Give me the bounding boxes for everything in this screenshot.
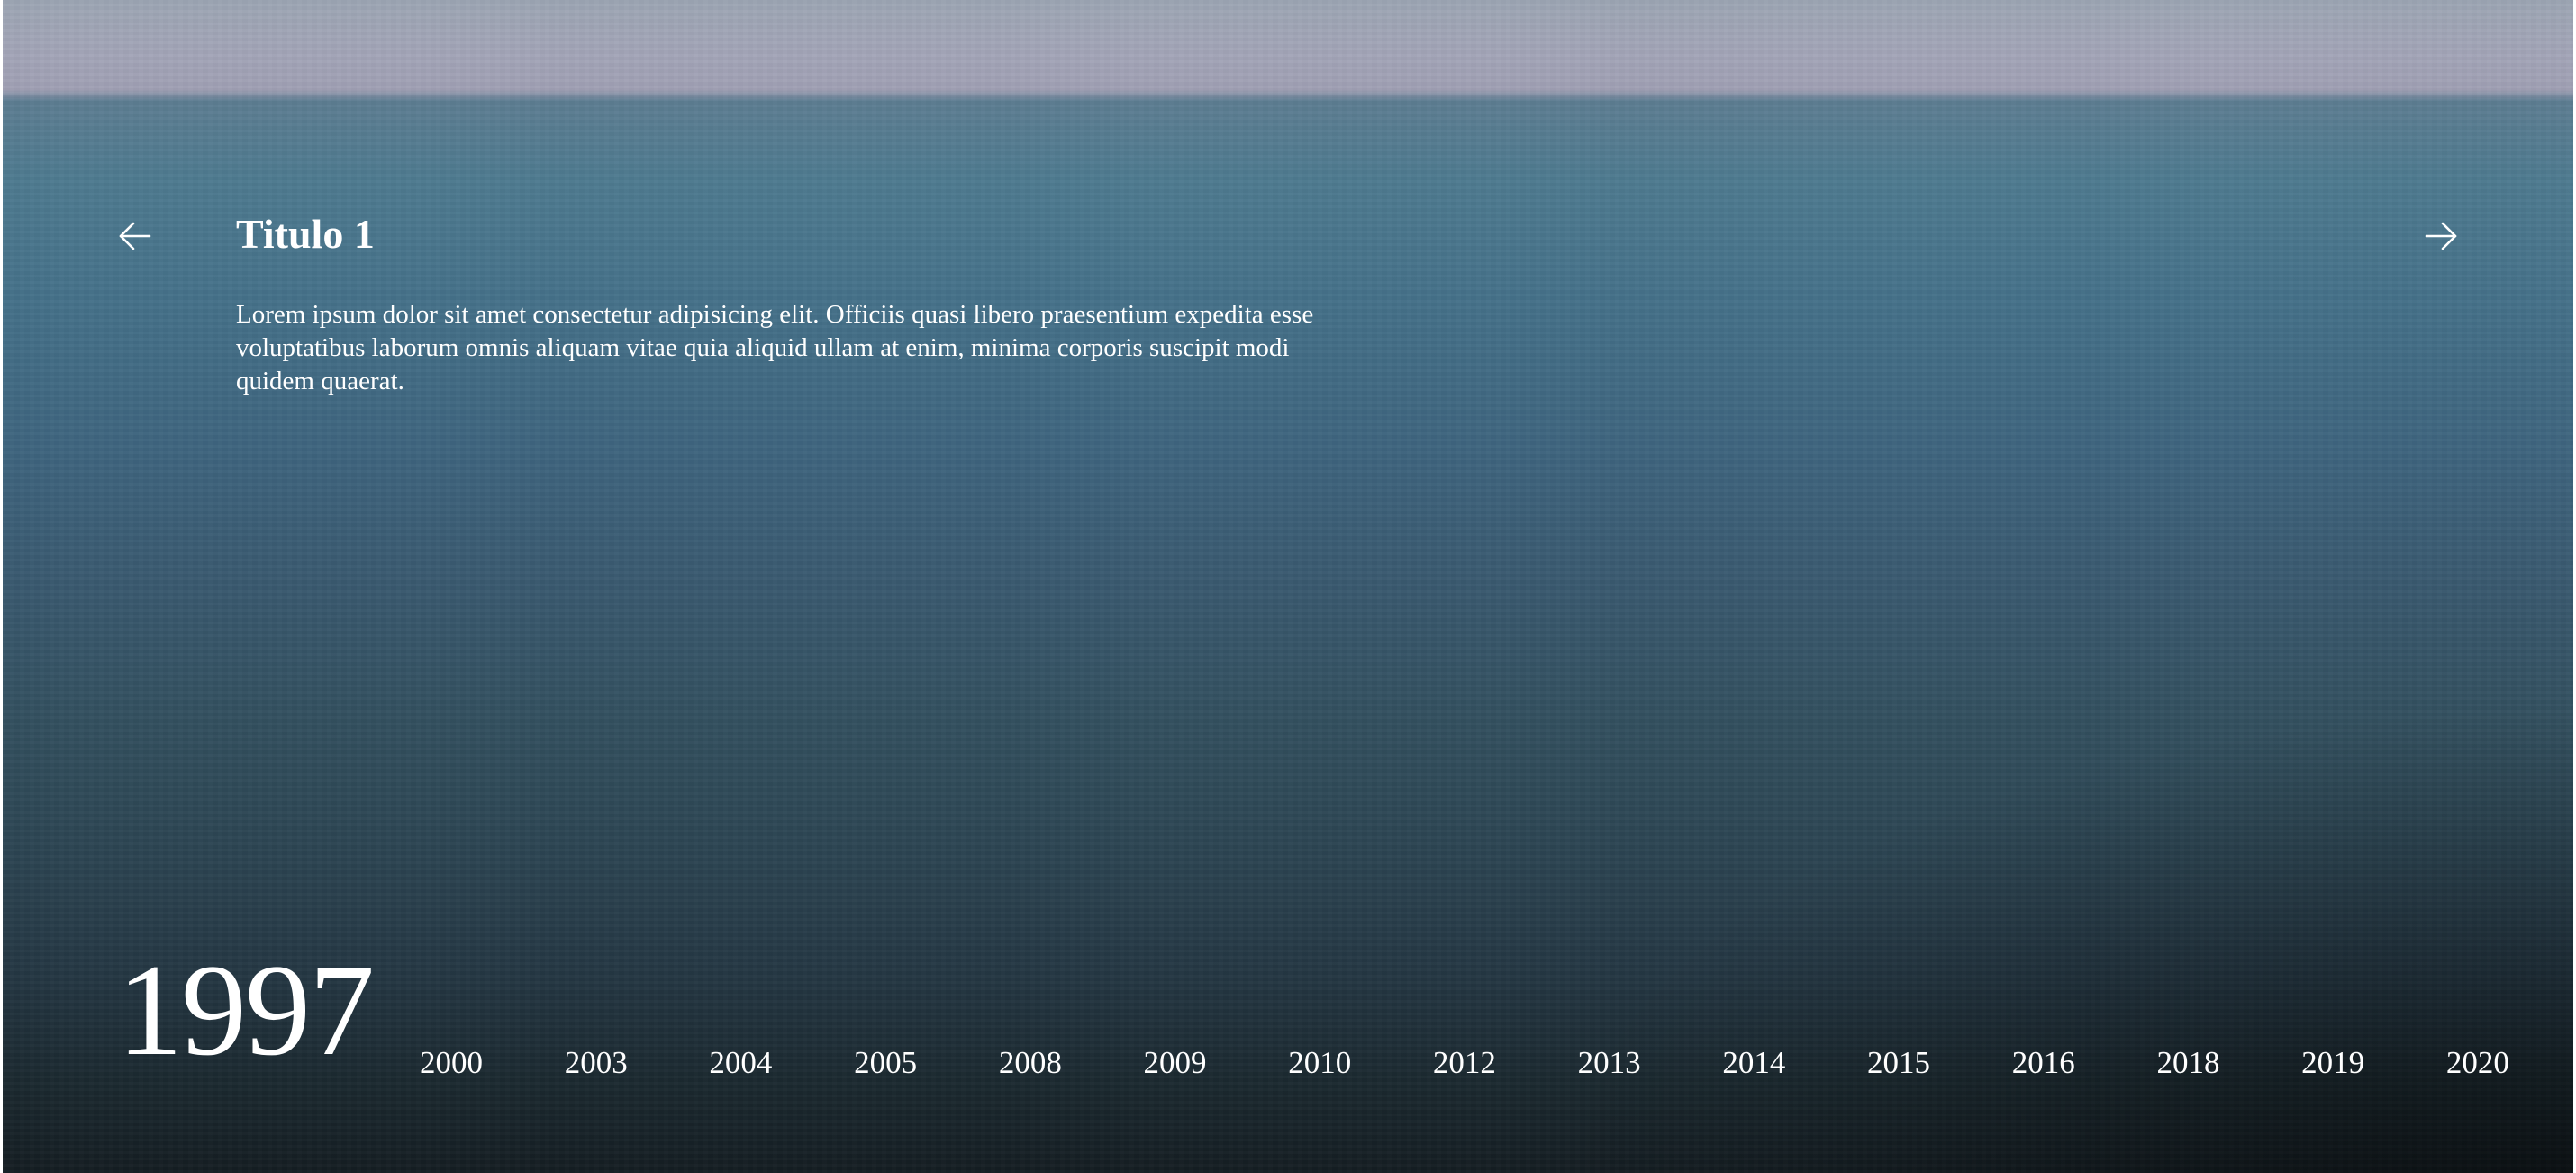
- left-edge: [0, 0, 3, 1173]
- slide-description: Lorem ipsum dolor sit amet consectetur a…: [236, 300, 1314, 396]
- timeline-year[interactable]: 2005: [854, 1047, 917, 1078]
- timeline-slider: Titulo 1 Lorem ipsum dolor sit amet cons…: [0, 0, 2576, 1173]
- timeline-year[interactable]: 2019: [2301, 1047, 2364, 1078]
- timeline-year[interactable]: 2003: [565, 1047, 628, 1078]
- background-vignette: [0, 0, 2576, 1173]
- timeline-year[interactable]: 2012: [1433, 1047, 1496, 1078]
- timeline-year[interactable]: 2015: [1867, 1047, 1930, 1078]
- timeline-year[interactable]: 2009: [1144, 1047, 1207, 1078]
- timeline-year[interactable]: 2010: [1288, 1047, 1351, 1078]
- timeline-year[interactable]: 2008: [999, 1047, 1062, 1078]
- timeline-year[interactable]: 2014: [1722, 1047, 1785, 1078]
- current-year: 1997: [117, 937, 375, 1083]
- year-timeline: 2000 2003 2004 2005 2008 2009 2010 2012 2013 2014…: [420, 1047, 2509, 1078]
- arrow-right-icon: [2425, 222, 2457, 250]
- timeline-year[interactable]: 2016: [2012, 1047, 2075, 1078]
- timeline-year[interactable]: 2020: [2446, 1047, 2509, 1078]
- timeline-year[interactable]: 2013: [1578, 1047, 1641, 1078]
- slide-content: Titulo 1 Lorem ipsum dolor sit amet cons…: [236, 209, 1317, 398]
- prev-button[interactable]: [115, 216, 155, 256]
- next-button[interactable]: [2421, 216, 2461, 256]
- timeline-year[interactable]: 2000: [420, 1047, 483, 1078]
- timeline-year[interactable]: 2018: [2156, 1047, 2219, 1078]
- arrow-left-icon: [119, 222, 151, 250]
- timeline-year[interactable]: 2004: [709, 1047, 772, 1078]
- slide-title: Titulo 1: [236, 211, 375, 257]
